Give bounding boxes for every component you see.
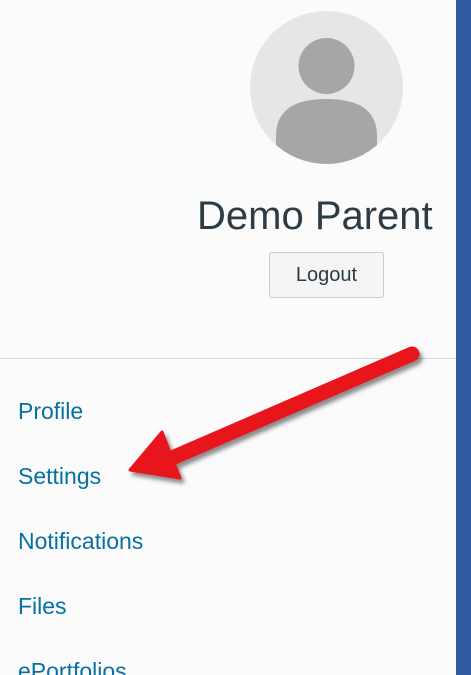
nav-item-settings: Settings [18, 443, 143, 508]
nav-item-eportfolios: ePortfolios [18, 638, 143, 675]
nav-link-files[interactable]: Files [18, 591, 67, 621]
nav-item-files: Files [18, 573, 143, 638]
nav-item-notifications: Notifications [18, 508, 143, 573]
nav-link-notifications[interactable]: Notifications [18, 526, 143, 556]
profile-tray: Demo Parent Logout Profile Settings Noti… [0, 0, 456, 675]
nav-link-profile[interactable]: Profile [18, 396, 83, 426]
avatar[interactable] [250, 11, 403, 164]
window-frame-border [456, 0, 471, 675]
nav-link-settings[interactable]: Settings [18, 461, 101, 491]
logout-button[interactable]: Logout [269, 252, 384, 298]
user-silhouette-icon [250, 11, 403, 164]
profile-nav: Profile Settings Notifications Files ePo… [18, 378, 143, 675]
user-name: Demo Parent [197, 194, 433, 238]
nav-link-eportfolios[interactable]: ePortfolios [18, 656, 127, 675]
nav-item-profile: Profile [18, 378, 143, 443]
divider [0, 358, 456, 359]
